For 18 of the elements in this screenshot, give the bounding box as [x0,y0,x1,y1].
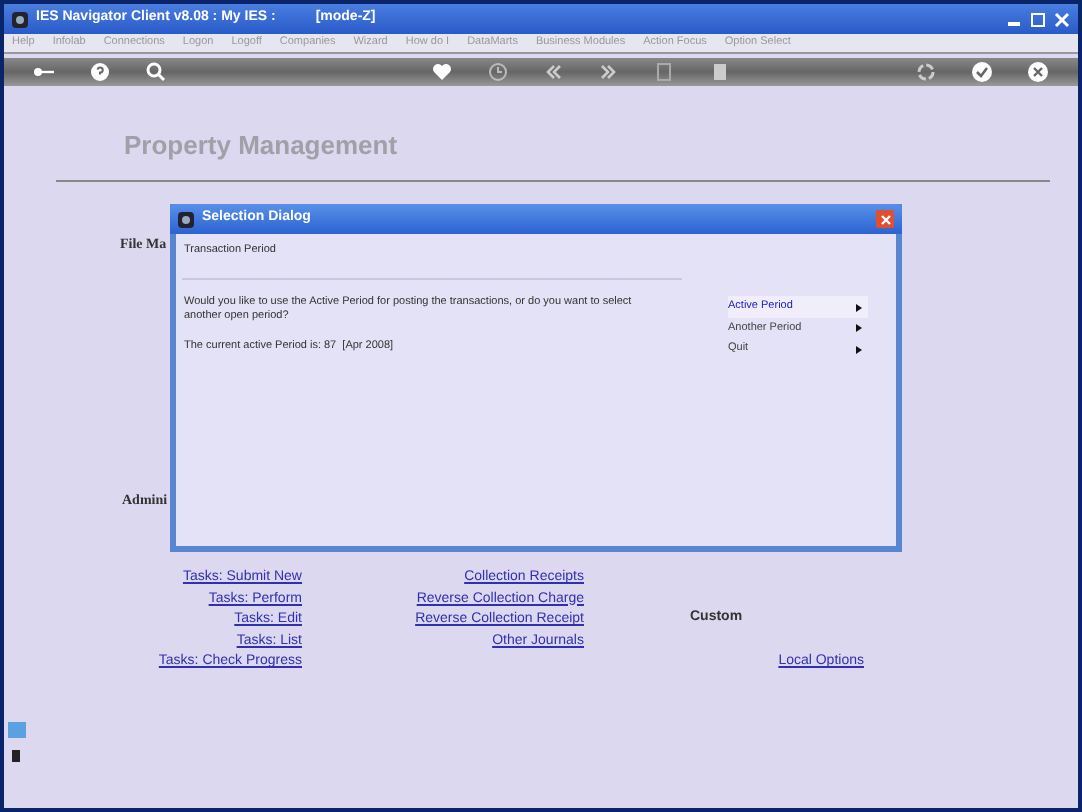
search-icon[interactable] [143,60,168,84]
clock-icon[interactable] [485,60,510,84]
app-icon [12,11,28,27]
close-icon[interactable] [1054,11,1070,27]
page-title: Property Management [124,130,400,162]
arrow-icon [856,345,862,353]
app-icon [178,211,194,227]
help-icon[interactable] [87,60,112,84]
arrow-icon [856,303,862,311]
rewind-icon[interactable] [541,60,566,84]
close-icon [879,213,891,225]
close-circle-icon[interactable] [1025,60,1050,84]
maximize-icon[interactable] [1030,11,1046,27]
check-icon[interactable] [970,60,995,84]
heart-icon[interactable] [430,60,455,84]
forward-icon[interactable] [596,60,621,84]
arrow-icon [856,324,862,332]
close-button[interactable] [876,210,894,228]
